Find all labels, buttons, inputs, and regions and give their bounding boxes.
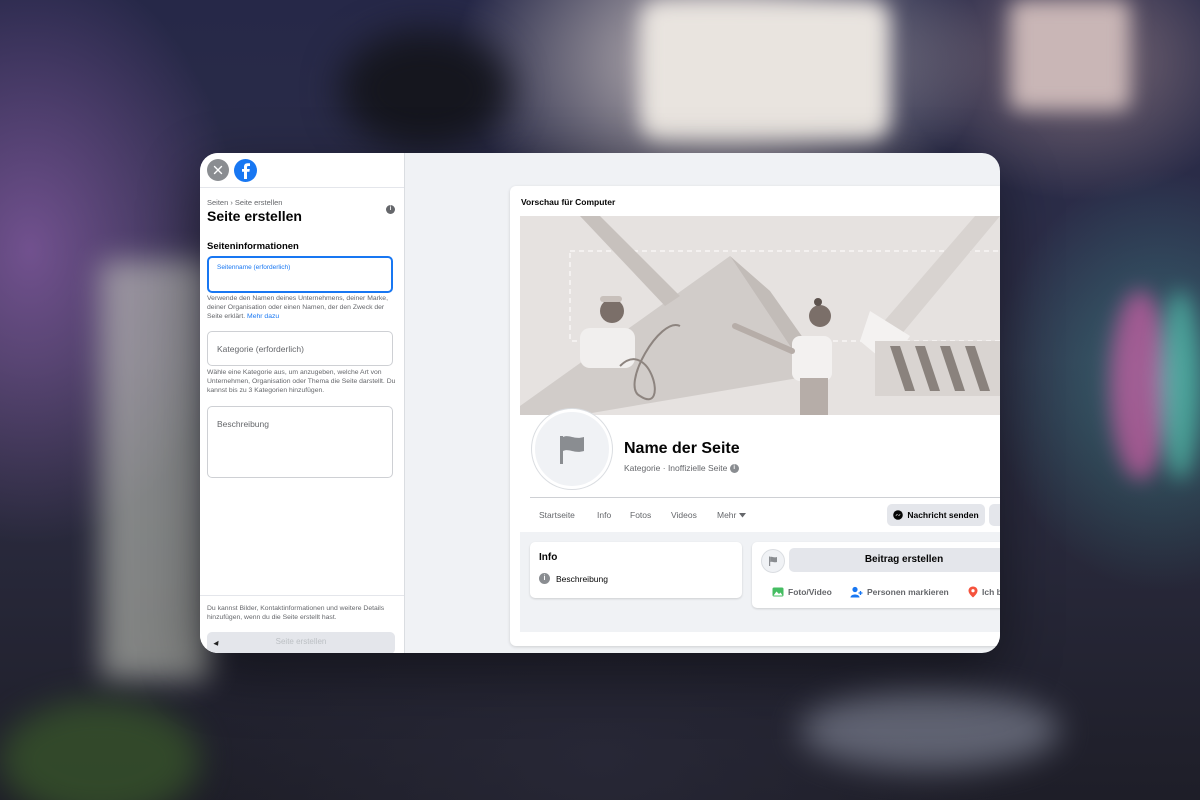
send-message-label: Nachricht senden	[907, 510, 979, 520]
info-description: Beschreibung	[556, 573, 608, 584]
tab-mehr-label: Mehr	[717, 510, 737, 520]
preview-page-name: Name der Seite	[624, 440, 740, 457]
create-post-button[interactable]: Beitrag erstellen	[789, 548, 1000, 572]
photo-icon	[772, 587, 784, 597]
bottom-note: Du kannst Bilder, Kontaktinformationen u…	[207, 605, 385, 621]
check-in-label: Ich b	[982, 587, 1000, 597]
preview-page-subtitle: Kategorie · Inoffizielle Seite i	[624, 463, 739, 474]
tag-people-icon	[850, 586, 863, 598]
chevron-down-icon	[738, 513, 746, 518]
close-button[interactable]	[207, 159, 229, 181]
tab-fotos[interactable]: Fotos	[630, 510, 651, 520]
tag-people-label: Personen markieren	[867, 587, 949, 597]
close-icon	[213, 165, 223, 175]
preview-feed: Info i Beschreibung Beitrag erstellen Fo…	[520, 532, 1000, 632]
facebook-logo-icon[interactable]	[234, 159, 257, 182]
info-icon[interactable]: i	[386, 205, 395, 214]
flag-icon	[560, 436, 584, 464]
description-textarea[interactable]: Beschreibung	[207, 406, 393, 478]
check-in-action[interactable]: Ich b	[968, 586, 1000, 598]
page-name-label: Seitenname (erforderlich)	[217, 264, 291, 271]
messenger-icon	[893, 510, 904, 520]
tab-info[interactable]: Info	[597, 510, 611, 520]
tab-videos[interactable]: Videos	[671, 510, 697, 520]
more-options-button[interactable]	[989, 504, 1000, 526]
preview-page-category: Kategorie · Inoffizielle Seite	[624, 463, 728, 473]
info-icon: i	[539, 573, 550, 584]
info-card-row: i Beschreibung	[539, 573, 608, 584]
tab-mehr[interactable]: Mehr	[717, 510, 746, 520]
create-page-sidebar: Seiten › Seite erstellen Seite erstellen…	[200, 153, 405, 653]
learn-more-link[interactable]: Mehr dazu	[247, 313, 279, 320]
photo-video-label: Foto/Video	[788, 587, 832, 597]
profile-picture[interactable]	[532, 409, 612, 489]
info-card-title: Info	[539, 552, 558, 563]
info-icon: i	[729, 464, 739, 474]
post-avatar	[761, 549, 785, 573]
create-page-button[interactable]: Seite erstellen	[207, 632, 395, 653]
info-card: Info i Beschreibung	[530, 542, 742, 598]
category-help: Wähle eine Kategorie aus, um anzugeben, …	[207, 369, 396, 394]
desktop-preview-card: Vorschau für Computer Name der Seite Kat…	[510, 186, 1000, 646]
sidebar-footer: Du kannst Bilder, Kontaktinformationen u…	[200, 595, 404, 653]
create-page-window: Seiten › Seite erstellen Seite erstellen…	[200, 153, 1000, 653]
location-pin-icon	[968, 586, 978, 598]
photo-video-action[interactable]: Foto/Video	[772, 586, 832, 598]
tab-startseite[interactable]: Startseite	[539, 510, 575, 520]
send-message-button[interactable]: Nachricht senden	[887, 504, 985, 526]
description-label: Beschreibung	[217, 419, 269, 429]
section-title: Seiteninformationen	[207, 241, 299, 252]
tag-people-action[interactable]: Personen markieren	[850, 586, 949, 598]
sidebar-topbar	[200, 153, 404, 188]
create-post-card: Beitrag erstellen Foto/Video Personen ma…	[752, 542, 1000, 608]
category-input[interactable]: Kategorie (erforderlich)	[207, 331, 393, 366]
page-name-help-text: Verwende den Namen deines Unternehmens, …	[207, 295, 388, 320]
flag-icon	[769, 556, 777, 566]
breadcrumb[interactable]: Seiten › Seite erstellen	[207, 198, 282, 207]
page-name-input[interactable]: Seitenname (erforderlich)	[207, 256, 393, 293]
page-name-help: Verwende den Namen deines Unternehmens, …	[207, 294, 397, 321]
cover-illustration	[520, 216, 1000, 415]
category-label: Kategorie (erforderlich)	[217, 344, 304, 354]
page-title: Seite erstellen	[207, 208, 302, 224]
preview-title: Vorschau für Computer	[521, 197, 616, 207]
